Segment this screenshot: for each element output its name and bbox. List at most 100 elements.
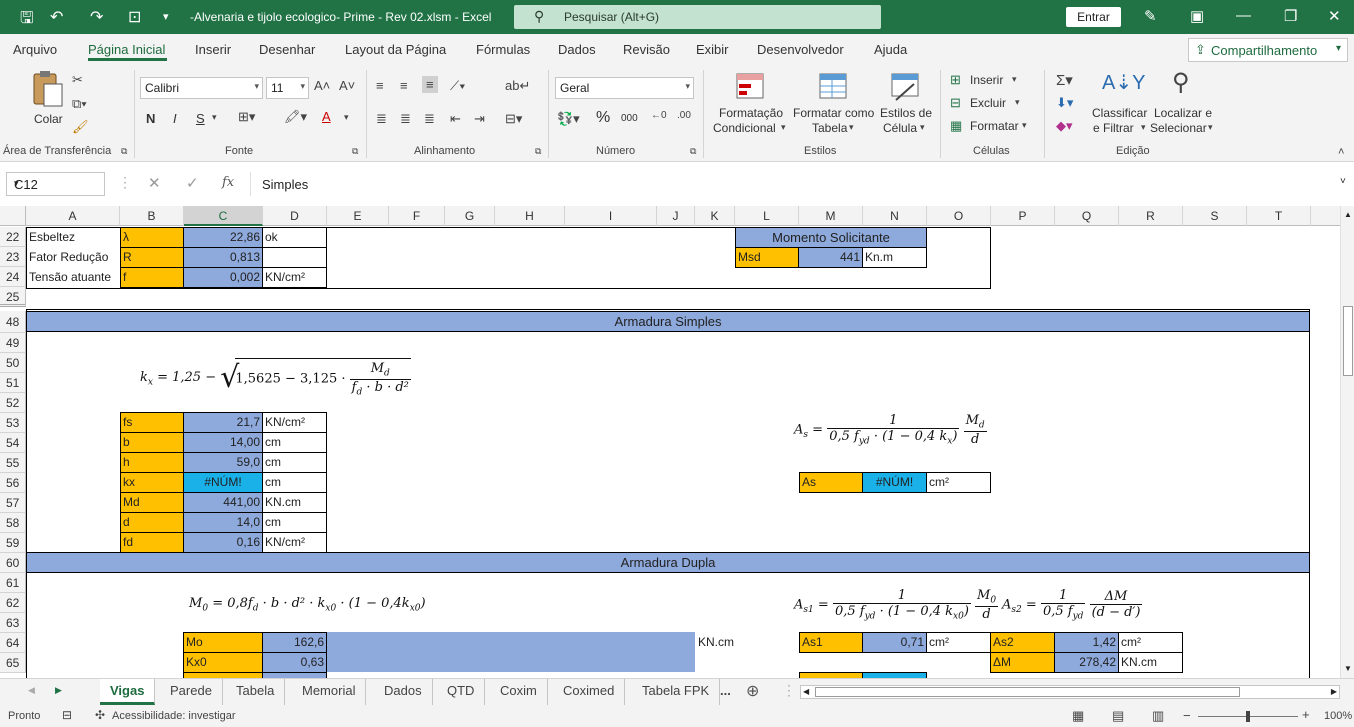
normal-view-icon[interactable]: ▦ [1072,708,1084,724]
label-fs[interactable]: fs [120,412,184,433]
sym-lambda[interactable]: λ [120,227,184,248]
cancel-icon[interactable]: ✕ [148,174,161,192]
row-header[interactable]: 51 [0,373,26,393]
redo-icon[interactable]: ↷ [90,7,103,27]
minimize-icon[interactable]: — [1236,7,1251,24]
row-header[interactable]: 49 [0,333,26,353]
tab-dados[interactable]: Dados [558,42,596,57]
sym-f[interactable]: f [120,267,184,288]
row-header[interactable]: 57 [0,493,26,513]
paste-button[interactable]: Colar [28,70,68,132]
banner-armadura-dupla[interactable]: Armadura Dupla [27,552,1309,573]
column-header-r[interactable]: R [1119,206,1183,226]
column-header-s[interactable]: S [1183,206,1247,226]
row-header[interactable]: 60 [0,553,26,573]
label-d[interactable]: d [120,512,184,533]
column-header-d[interactable]: D [263,206,327,226]
align-left-icon[interactable]: ≣ [376,111,387,127]
sheet-tab-coxim[interactable]: Coxim [490,679,548,705]
row-header[interactable]: 24 [0,267,26,287]
zoom-out-icon[interactable]: − [1183,708,1191,723]
horizontal-scrollbar[interactable]: ◀ ▶ [800,685,1340,699]
column-header-k[interactable]: K [695,206,735,226]
horizontal-scroll-thumb[interactable] [815,687,1240,697]
tab-inserir[interactable]: Inserir [195,42,231,57]
wrap-text-icon[interactable]: ab↵ [505,78,530,94]
align-right-icon[interactable]: ≣ [424,111,435,127]
decrease-indent-icon[interactable]: ⇤ [450,111,461,127]
align-bottom-icon[interactable]: ≡ [422,76,438,93]
scroll-down-icon[interactable]: ▼ [1344,664,1352,673]
label-kx0[interactable]: Kx0 [183,652,263,673]
unit-as[interactable]: cm² [926,472,991,493]
value-kx[interactable]: #NÚM! [183,472,263,493]
unit-b[interactable]: cm [262,432,327,453]
row-header[interactable]: 23 [0,247,26,267]
unit-dm[interactable]: KN.cm [1118,652,1183,673]
tab-layout[interactable]: Layout da Página [345,42,446,57]
merge-center-icon[interactable]: ⊟▾ [505,111,522,127]
unit-msd[interactable]: Kn.m [862,247,927,268]
unit-mo[interactable]: KN.cm [696,633,756,653]
increase-indent-icon[interactable]: ⇥ [474,111,485,127]
dialog-launcher-icon[interactable]: ⧉ [352,146,358,157]
tab-pagina-inicial[interactable]: Página Inicial [88,42,165,57]
row-header[interactable]: 22 [0,227,26,247]
column-header-a[interactable]: A [26,206,120,226]
row-header[interactable]: 55 [0,453,26,473]
column-header-h[interactable]: H [495,206,565,226]
scroll-right-icon[interactable]: ▶ [1331,687,1337,696]
borders-icon[interactable]: ⊞▾ [238,109,255,125]
label-mo[interactable]: Mo [183,632,263,653]
column-header-n[interactable]: N [863,206,927,226]
sheet-tab-tabela[interactable]: Tabela [226,679,286,705]
sheet-tab-dados[interactable]: Dados [374,679,433,705]
tab-revisao[interactable]: Revisão [623,42,670,57]
page-break-icon[interactable]: ▥ [1152,708,1164,724]
dialog-launcher-icon[interactable]: ⧉ [690,146,696,157]
tab-arquivo[interactable]: Arquivo [13,42,57,57]
column-header-g[interactable]: G [445,206,495,226]
value-mo[interactable]: 162,6 [262,632,327,653]
unit-as2[interactable]: cm² [1118,632,1183,653]
column-header-c[interactable]: C [184,206,263,226]
zoom-slider-thumb[interactable] [1246,711,1250,722]
font-size-select[interactable]: 11 ▾ [266,77,309,99]
row-header[interactable]: 25 [0,287,26,307]
column-header-e[interactable]: E [327,206,389,226]
row-header[interactable]: 52 [0,393,26,413]
dialog-launcher-icon[interactable]: ⧉ [121,146,127,157]
value-as2[interactable]: 1,42 [1054,632,1119,653]
column-header-p[interactable]: P [991,206,1055,226]
quick-access-dropdown-icon[interactable]: ▾ [163,10,169,23]
value-h[interactable]: 59,0 [183,452,263,473]
sheet-tab-vigas[interactable]: Vigas [100,679,156,705]
value-tensao-atuante[interactable]: 0,002 [183,267,263,288]
value-fs[interactable]: 21,7 [183,412,263,433]
fill-icon[interactable]: ⬇▾ [1056,95,1073,111]
thousands-button[interactable]: 000 [621,113,638,124]
vertical-scroll-thumb[interactable] [1343,306,1353,376]
expand-formula-icon[interactable]: ˅ [1340,176,1346,187]
collapse-ribbon-icon[interactable]: ˄ [1338,146,1344,158]
sheet-tab-memorial[interactable]: Memorial [292,679,367,705]
value-fd[interactable]: 0,16 [183,532,263,553]
unit-md[interactable]: KN.cm [262,492,327,513]
decrease-decimal-icon[interactable]: .00 [677,110,691,121]
cut-icon[interactable]: ✂ [72,72,83,88]
value-md[interactable]: 441,00 [183,492,263,513]
row-header[interactable]: 53 [0,413,26,433]
clear-icon[interactable]: ◆▾ [1056,118,1073,134]
scroll-tabs-left-icon[interactable]: ◀ [28,685,35,696]
row-header[interactable]: 58 [0,513,26,533]
row-header[interactable]: 61 [0,573,26,593]
italic-button[interactable]: I [173,111,177,126]
format-painter-icon[interactable]: 🖌 [72,119,89,135]
orientation-icon[interactable]: ⟋▾ [450,78,465,94]
font-color-icon[interactable]: A [322,109,331,124]
value-esbeltez[interactable]: 22,86 [183,227,263,248]
value-d[interactable]: 14,0 [183,512,263,533]
value-fator-reducao[interactable]: 0,813 [183,247,263,268]
undo-icon[interactable]: ↶ [50,7,63,27]
label-fator-reducao[interactable]: Fator Redução [27,248,119,268]
